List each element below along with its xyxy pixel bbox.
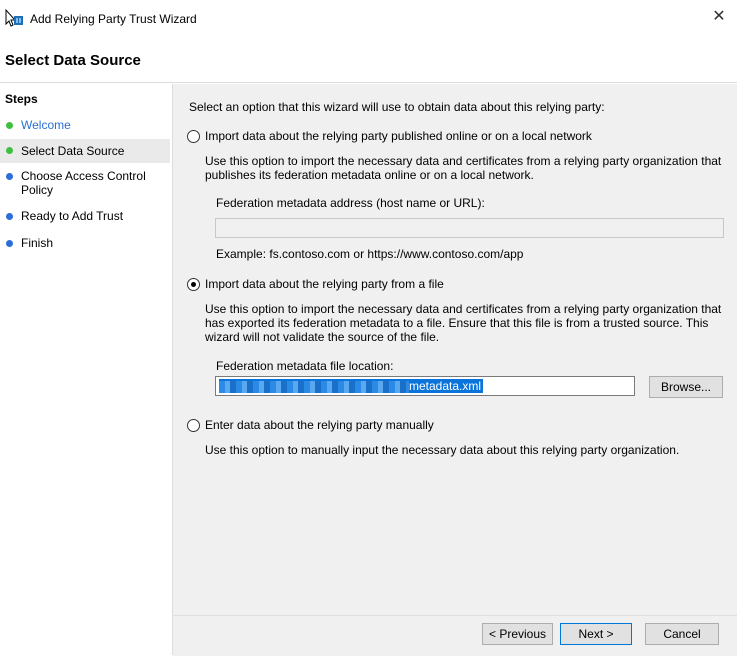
step-label: Ready to Add Trust (21, 209, 124, 223)
option-online-label[interactable]: Import data about the relying party publ… (205, 129, 592, 143)
step-ready-to-add-trust: Ready to Add Trust (0, 209, 170, 225)
radio-import-online[interactable] (187, 130, 200, 143)
step-label: Choose Access Control Policy (21, 169, 146, 197)
wizard-footer: < Previous Next > Cancel (173, 615, 737, 656)
step-label: Finish (21, 236, 54, 250)
option-manual-label[interactable]: Enter data about the relying party manua… (205, 418, 434, 432)
radio-enter-manually[interactable] (187, 419, 200, 432)
intro-text: Select an option that this wizard will u… (189, 100, 605, 114)
option-manual-description: Use this option to manually input the ne… (205, 443, 680, 457)
step-pending-icon (6, 213, 13, 220)
option-file-description: Use this option to import the necessary … (205, 302, 722, 344)
window-title: Add Relying Party Trust Wizard (30, 12, 197, 26)
metadata-address-label: Federation metadata address (host name o… (216, 196, 485, 210)
next-button[interactable]: Next > (560, 623, 632, 645)
selected-path-text: metadata.xml (219, 379, 484, 393)
wizard-app-icon (4, 8, 24, 28)
metadata-file-input[interactable]: metadata.xml (215, 376, 635, 396)
page-header: Select Data Source (0, 38, 737, 84)
step-pending-icon (6, 173, 13, 180)
steps-heading: Steps (5, 92, 38, 106)
redacted-path (219, 380, 409, 393)
previous-button[interactable]: < Previous (482, 623, 553, 645)
metadata-file-label: Federation metadata file location: (216, 359, 394, 373)
step-select-data-source: Select Data Source (0, 139, 170, 163)
step-pending-icon (6, 240, 13, 247)
header-divider (0, 82, 737, 83)
close-icon[interactable]: ✕ (711, 9, 727, 25)
step-label: Welcome (21, 118, 71, 132)
step-current-icon (6, 147, 13, 154)
option-online-description: Use this option to import the necessary … (205, 154, 722, 182)
browse-button[interactable]: Browse... (649, 376, 723, 398)
title-bar: Add Relying Party Trust Wizard ✕ (0, 0, 737, 38)
metadata-address-example: Example: fs.contoso.com or https://www.c… (216, 247, 524, 261)
step-finish: Finish (0, 236, 170, 252)
option-file-label[interactable]: Import data about the relying party from… (205, 277, 444, 291)
cancel-button[interactable]: Cancel (645, 623, 719, 645)
step-choose-access-control-policy: Choose Access Control Policy (0, 169, 170, 199)
main-content: Select an option that this wizard will u… (173, 84, 737, 615)
step-welcome: Welcome (0, 118, 170, 134)
step-label: Select Data Source (21, 144, 125, 158)
metadata-address-input[interactable] (215, 218, 724, 238)
step-complete-icon (6, 122, 13, 129)
steps-panel: Steps Welcome Select Data Source Choose … (0, 84, 173, 655)
radio-import-file[interactable] (187, 278, 200, 291)
page-title: Select Data Source (5, 52, 141, 69)
